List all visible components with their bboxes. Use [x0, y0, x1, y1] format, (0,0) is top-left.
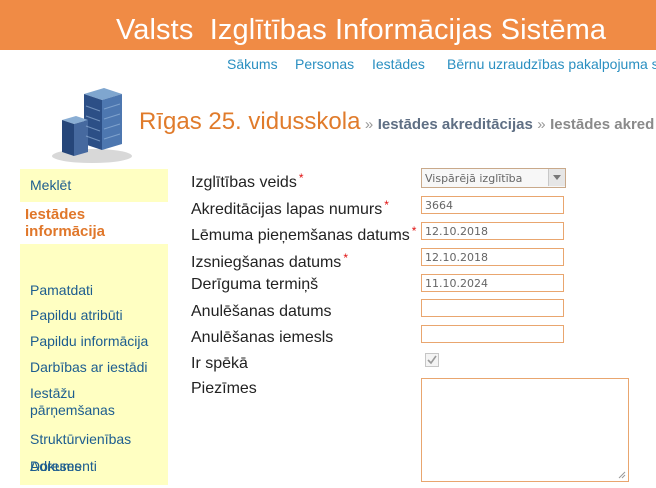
sidebar-item-meklet[interactable]: Meklēt: [30, 177, 71, 194]
label-deriguma-termins: Derīguma termiņš: [191, 276, 319, 293]
header-banner: Valsts Izglītības Informācijas Sistēma: [0, 0, 656, 50]
sidebar-item-pamatdati[interactable]: Pamatdati: [30, 282, 93, 299]
nav-bernu-uzraudzibas[interactable]: Bērnu uzraudzības pakalpojuma s: [447, 56, 656, 72]
valid-until-field[interactable]: 11.10.2024: [421, 274, 564, 292]
cancel-reason-field[interactable]: [421, 325, 564, 343]
nav-sakums[interactable]: Sākums: [227, 56, 278, 72]
breadcrumb-separator: »: [537, 116, 546, 133]
breadcrumb-current: Iestādes akred: [550, 116, 655, 133]
sidebar-item-darbibas[interactable]: Darbības ar iestādi: [30, 359, 148, 376]
breadcrumb-akreditacijas[interactable]: Iestādes akreditācijas: [378, 116, 533, 133]
sidebar: Meklēt Iestādes informācija Pamatdati Pa…: [20, 169, 168, 485]
education-type-select[interactable]: Vispārējā izglītība: [421, 168, 566, 188]
sidebar-item-strukturvienibas[interactable]: Struktūrvienības: [30, 431, 131, 448]
label-izglitibas-veids: Izglītības veids *: [191, 171, 304, 191]
label-ir-speka: Ir spēkā: [191, 355, 248, 372]
issue-date-field[interactable]: 12.10.2018: [421, 248, 564, 266]
sidebar-item-iestazu-parnemsanas[interactable]: Iestāžu pārņemšanas: [30, 385, 115, 419]
chevron-down-icon[interactable]: [548, 169, 565, 186]
label-lapas-numurs: Akreditācijas lapas numurs *: [191, 198, 389, 218]
nav-personas[interactable]: Personas: [295, 56, 354, 72]
breadcrumb-separator: »: [364, 116, 374, 133]
page-title: Rīgas 25. vidusskola: [139, 108, 361, 135]
top-nav: Sākums Personas Iestādes Bērnu uzraudzīb…: [0, 50, 656, 76]
nav-iestades[interactable]: Iestādes: [372, 56, 425, 72]
sidebar-item-iestades-informacija[interactable]: Iestādes informācija: [20, 202, 168, 244]
notes-textarea[interactable]: [421, 378, 629, 482]
in-force-checkbox[interactable]: [425, 353, 439, 367]
sidebar-item-papildu-informacija[interactable]: Papildu informācija: [30, 333, 148, 350]
checkmark-icon: [427, 355, 437, 365]
cancel-date-field[interactable]: [421, 299, 564, 317]
sidebar-item-papildu-atributi[interactable]: Papildu atribūti: [30, 307, 123, 324]
resize-grip-icon: [618, 471, 626, 479]
page-number-field[interactable]: 3664: [421, 196, 564, 214]
label-anulesanas-iemesls: Anulēšanas iemesls: [191, 329, 334, 346]
decision-date-field[interactable]: 12.10.2018: [421, 222, 564, 240]
label-anulesanas-datums: Anulēšanas datums: [191, 303, 332, 320]
sidebar-item-adreses[interactable]: Adreses: [30, 458, 81, 475]
label-izsniegsanas-datums: Izsniegšanas datums *: [191, 251, 348, 271]
label-lemuma-datums: Lēmuma pieņemšanas datums *: [191, 224, 417, 244]
buildings-logo-icon: [50, 86, 134, 164]
app-title: Valsts Izglītības Informācijas Sistēma: [116, 14, 607, 46]
label-piezimes: Piezīmes: [191, 380, 257, 397]
breadcrumb: Rīgas 25. vidusskola » Iestādes akreditā…: [139, 108, 654, 136]
